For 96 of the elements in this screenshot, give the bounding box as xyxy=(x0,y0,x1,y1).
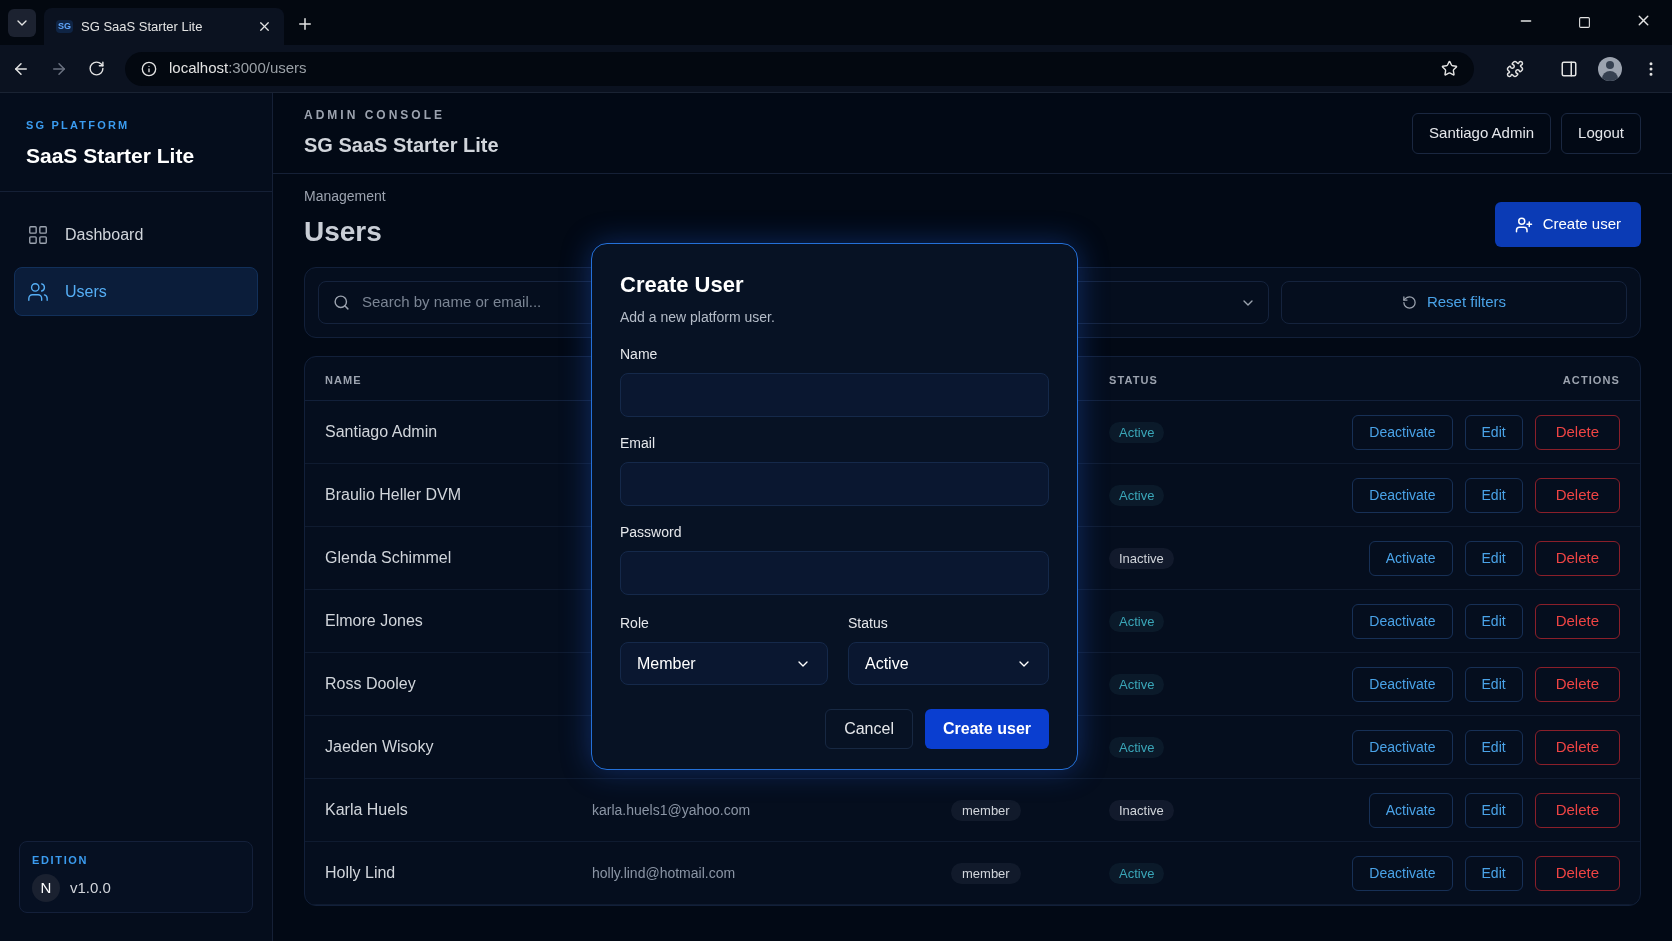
edit-button[interactable]: Edit xyxy=(1464,666,1523,702)
input-field[interactable] xyxy=(620,462,1049,506)
toggle-status-button[interactable]: Deactivate xyxy=(1352,603,1453,639)
header-title: SG SaaS Starter Lite xyxy=(304,133,499,158)
toggle-status-button[interactable]: Deactivate xyxy=(1352,666,1453,702)
select-field[interactable]: Active xyxy=(848,642,1049,685)
edit-button[interactable]: Edit xyxy=(1464,792,1523,828)
users-icon xyxy=(27,280,49,303)
user-plus-icon xyxy=(1514,215,1533,234)
toggle-status-button[interactable]: Deactivate xyxy=(1352,729,1453,765)
status-badge: Active xyxy=(1109,737,1165,758)
nav-item[interactable]: Users xyxy=(14,267,258,316)
status-badge: Inactive xyxy=(1109,548,1174,569)
logout-button[interactable]: Logout xyxy=(1561,112,1641,154)
create-user-button[interactable]: Create user xyxy=(1494,202,1641,247)
search-icon xyxy=(333,294,350,311)
user-email: karla.huels1@yahoo.com xyxy=(592,802,751,818)
user-name: Elmore Jones xyxy=(325,612,423,629)
brand-title: SaaS Starter Lite xyxy=(26,142,196,169)
delete-button[interactable]: Delete xyxy=(1534,855,1620,891)
user-name: Santiago Admin xyxy=(325,423,438,440)
user-name: Karla Huels xyxy=(325,801,408,818)
delete-button[interactable]: Delete xyxy=(1534,603,1620,639)
status-badge: Active xyxy=(1109,863,1165,884)
status-badge: Active xyxy=(1109,422,1165,443)
field-label: Email xyxy=(620,434,656,453)
delete-button[interactable]: Delete xyxy=(1534,729,1620,765)
user-name: Ross Dooley xyxy=(325,675,416,692)
edit-button[interactable]: Edit xyxy=(1464,729,1523,765)
new-tab-icon[interactable] xyxy=(296,15,314,33)
bookmark-icon[interactable] xyxy=(1441,60,1458,77)
dialog-subtitle: Add a new platform user. xyxy=(620,308,776,327)
extensions-icon[interactable] xyxy=(1506,59,1524,78)
column-header: NAME xyxy=(325,373,362,386)
column-header: ACTIONS xyxy=(1562,373,1620,386)
delete-button[interactable]: Delete xyxy=(1534,414,1620,450)
edit-button[interactable]: Edit xyxy=(1464,540,1523,576)
column-header: STATUS xyxy=(1109,373,1158,386)
avatar: N xyxy=(32,874,60,902)
edit-button[interactable]: Edit xyxy=(1464,477,1523,513)
cancel-button[interactable]: Cancel xyxy=(825,709,913,749)
version-text: v1.0.0 xyxy=(70,877,111,898)
toggle-status-button[interactable]: Deactivate xyxy=(1352,477,1453,513)
role-badge: member xyxy=(951,800,1021,821)
user-name: Holly Lind xyxy=(325,864,396,881)
edition-label: EDITION xyxy=(32,852,90,868)
user-name: Jaeden Wisoky xyxy=(325,738,434,755)
url-text: localhost:3000/users xyxy=(169,58,308,79)
delete-button[interactable]: Delete xyxy=(1534,477,1620,513)
field-label: Role xyxy=(620,614,650,633)
status-badge: Inactive xyxy=(1109,800,1174,821)
status-badge: Active xyxy=(1109,674,1165,695)
input-field[interactable] xyxy=(620,551,1049,595)
toggle-status-button[interactable]: Deactivate xyxy=(1352,414,1453,450)
info-icon xyxy=(141,60,157,77)
brand-kicker: SG PLATFORM xyxy=(26,118,131,133)
user-name: Braulio Heller DVM xyxy=(325,486,462,503)
address-bar[interactable]: localhost:3000/users xyxy=(125,51,1474,86)
role-badge: member xyxy=(951,863,1021,884)
dialog-title: Create User xyxy=(620,271,745,299)
delete-button[interactable]: Delete xyxy=(1534,540,1620,576)
toggle-status-button[interactable]: Deactivate xyxy=(1352,855,1453,891)
delete-button[interactable]: Delete xyxy=(1534,792,1620,828)
status-badge: Active xyxy=(1109,485,1165,506)
select-field[interactable]: Member xyxy=(620,642,828,685)
side-panel-icon[interactable] xyxy=(1560,59,1578,78)
status-badge: Active xyxy=(1109,611,1165,632)
submit-button[interactable]: Create user xyxy=(924,709,1049,749)
profile-avatar[interactable] xyxy=(1598,56,1622,81)
maximize-icon[interactable] xyxy=(1578,16,1591,29)
tab-favicon: SG xyxy=(56,19,73,34)
edit-button[interactable]: Edit xyxy=(1464,603,1523,639)
nav-item[interactable]: Dashboard xyxy=(14,210,258,259)
breadcrumb: Management xyxy=(304,187,386,206)
field-label: Status xyxy=(848,614,889,633)
edit-button[interactable]: Edit xyxy=(1464,414,1523,450)
reset-icon xyxy=(1401,295,1417,310)
user-menu-button[interactable]: Santiago Admin xyxy=(1412,112,1552,154)
field-label: Password xyxy=(620,523,683,542)
close-icon[interactable] xyxy=(257,19,272,34)
toggle-status-button[interactable]: Activate xyxy=(1368,540,1453,576)
user-email: holly.lind@hotmail.com xyxy=(592,865,736,881)
edit-button[interactable]: Edit xyxy=(1464,855,1523,891)
field-label: Name xyxy=(620,345,659,364)
user-name: Glenda Schimmel xyxy=(325,549,452,566)
input-field[interactable] xyxy=(620,373,1049,417)
header-kicker: ADMIN CONSOLE xyxy=(304,107,446,124)
page-title: Users xyxy=(304,215,383,249)
browser-tab[interactable]: SG SG SaaS Starter Lite xyxy=(44,8,284,45)
toggle-status-button[interactable]: Activate xyxy=(1368,792,1453,828)
grid-icon xyxy=(27,223,49,246)
reset-filters-button[interactable]: Reset filters xyxy=(1281,281,1627,324)
tab-list-button[interactable] xyxy=(8,9,36,37)
tab-title: SG SaaS Starter Lite xyxy=(81,17,204,36)
reload-icon[interactable] xyxy=(88,60,105,77)
delete-button[interactable]: Delete xyxy=(1534,666,1620,702)
